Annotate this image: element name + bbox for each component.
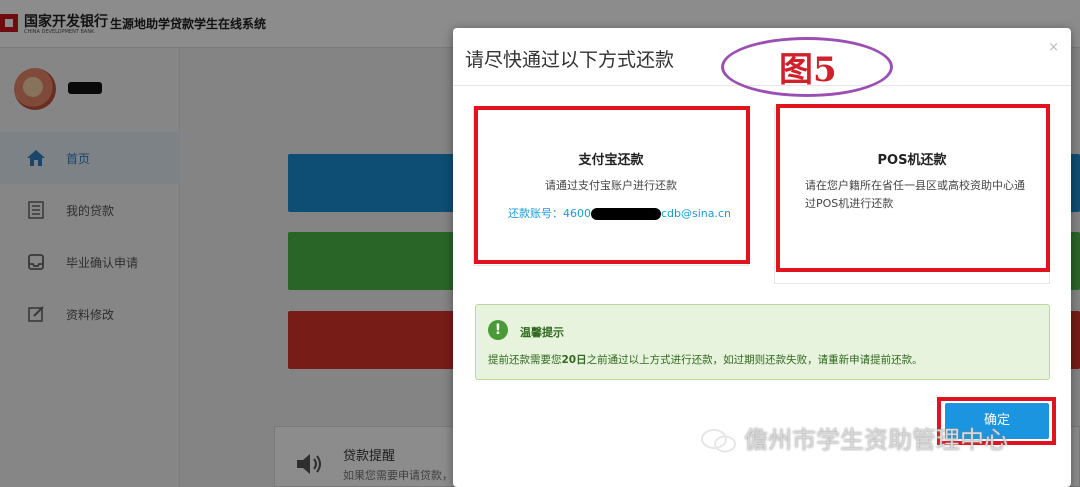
tip-text: 提前还款需要您20日之前通过以上方式进行还款，如过期则还款失败，请重新申请提前还… <box>488 352 923 367</box>
wechat-icon <box>700 428 738 454</box>
watermark: 儋州市学生资助管理中心 <box>700 420 1008 455</box>
tip-text-after: 之前通过以上方式进行还款，如过期则还款失败，请重新申请提前还款。 <box>586 354 923 366</box>
modal-title: 请尽快通过以下方式还款 <box>465 49 675 71</box>
watermark-text: 儋州市学生资助管理中心 <box>744 426 1008 454</box>
warm-tip-box: ! 温馨提示 提前还款需要您20日之前通过以上方式进行还款，如过期则还款失败，请… <box>475 304 1050 380</box>
exclamation-icon: ! <box>488 320 508 340</box>
tip-text-before: 提前还款需要您 <box>488 354 562 366</box>
close-icon[interactable]: × <box>1048 40 1059 55</box>
highlight-box-alipay <box>474 106 750 264</box>
repayment-modal: 请尽快通过以下方式还款 × 图5 支付宝还款 请通过支付宝账户进行还款 还款账号… <box>453 28 1071 487</box>
tip-text-bold: 20日 <box>561 354 587 366</box>
highlight-box-pos <box>776 104 1050 272</box>
tip-title: 温馨提示 <box>520 326 564 339</box>
figure-label: 图5 <box>779 50 837 90</box>
